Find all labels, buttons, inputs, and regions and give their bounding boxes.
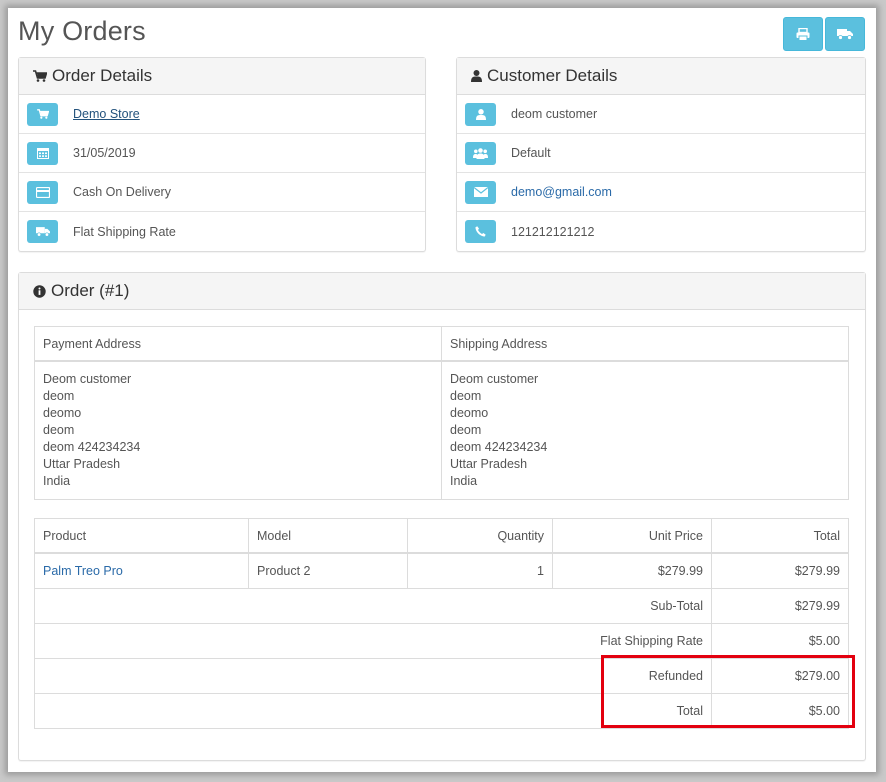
payment-address-line: deomo [43, 406, 82, 420]
order-panel: Order (#1) Payment Address Shipping Addr… [18, 272, 866, 761]
shipping-method: Flat Shipping Rate [73, 224, 176, 239]
grand-total-label: Total [34, 693, 712, 729]
date-button[interactable] [27, 141, 58, 165]
shipping-address-line: deom [450, 389, 482, 403]
users-group-icon [473, 147, 488, 159]
customer-group-row: Default [457, 134, 865, 173]
user-icon [471, 70, 482, 82]
shipping-address: Deom customer deom deomo deom deom 42423… [441, 360, 849, 500]
payment-method-button[interactable] [27, 180, 58, 204]
products-table: Product Model Quantity Unit Price Total … [34, 518, 849, 729]
info-circle-icon [33, 284, 46, 298]
date-row: 31/05/2019 [19, 134, 425, 173]
totals-row-shipping: Flat Shipping Rate $5.00 [34, 623, 849, 659]
page-title: My Orders [18, 16, 146, 46]
payment-address-line: deom 424234234 [43, 440, 141, 454]
column-header-model: Model [248, 518, 408, 554]
customer-button[interactable] [465, 102, 496, 126]
shipping-address-line: deom [450, 423, 482, 437]
column-header-unit-price: Unit Price [552, 518, 712, 554]
payment-address-header: Payment Address [34, 326, 442, 362]
order-details-heading: Order Details [19, 58, 425, 95]
order-details-title: Order Details [52, 66, 153, 85]
calendar-icon [36, 148, 49, 159]
product-quantity: 1 [407, 552, 553, 589]
address-table: Payment Address Shipping Address Deom cu… [34, 326, 849, 500]
payment-address-line: Uttar Pradesh [43, 457, 121, 471]
shipping-button[interactable] [825, 17, 865, 51]
product-link[interactable]: Palm Treo Pro [43, 564, 123, 578]
order-details-panel: Order Details Demo Store 31/05/2019 Cash… [18, 57, 426, 252]
product-model: Product 2 [248, 552, 408, 589]
products-header-row: Product Model Quantity Unit Price Total [34, 518, 849, 554]
order-title: Order (#1) [51, 281, 130, 300]
payment-method: Cash On Delivery [73, 185, 171, 199]
refunded-value: $279.00 [711, 658, 849, 694]
customer-name-row: deom customer [457, 95, 865, 134]
store-row: Demo Store [19, 95, 425, 134]
customer-details-title: Customer Details [487, 66, 618, 85]
table-row: Palm Treo Pro Product 2 1 $279.99 $279.9… [34, 552, 849, 589]
telephone-button[interactable] [465, 220, 496, 243]
print-button[interactable] [783, 17, 823, 51]
shipping-address-header: Shipping Address [441, 326, 849, 362]
orders-page: My Orders Order Details Demo Store 31/05… [8, 8, 876, 772]
totals-row-subtotal: Sub-Total $279.99 [34, 588, 849, 624]
truck-icon [35, 227, 50, 237]
shopping-cart-icon [33, 70, 47, 82]
shipping-total-label: Flat Shipping Rate [34, 623, 712, 659]
user-icon [475, 108, 486, 120]
column-header-total: Total [711, 518, 849, 554]
product-total: $279.99 [711, 552, 849, 589]
customer-details-panel: Customer Details deom customer Default d… [456, 57, 866, 252]
subtotal-label: Sub-Total [34, 588, 712, 624]
shipping-address-line: Deom customer [450, 372, 539, 386]
shipping-address-line: deom 424234234 [450, 440, 548, 454]
customer-details-heading: Customer Details [457, 58, 865, 95]
customer-telephone: 121212121212 [511, 224, 595, 239]
shipping-address-line: deomo [450, 406, 489, 420]
customer-telephone-row: 121212121212 [457, 212, 865, 251]
store-button[interactable] [27, 102, 58, 126]
customer-group-button[interactable] [465, 141, 496, 165]
shopping-cart-icon [36, 109, 49, 119]
product-unit-price: $279.99 [552, 552, 712, 589]
customer-email[interactable]: demo@gmail.com [511, 185, 612, 199]
refunded-label: Refunded [34, 658, 712, 694]
payment-address-line: deom [43, 389, 75, 403]
customer-name: deom customer [511, 107, 598, 121]
credit-card-icon [35, 186, 50, 198]
payment-address-line: India [43, 474, 71, 488]
shipping-method-button[interactable] [27, 220, 58, 243]
payment-method-row: Cash On Delivery [19, 173, 425, 212]
subtotal-value: $279.99 [711, 588, 849, 624]
grand-total-value: $5.00 [711, 693, 849, 729]
totals-row-total: Total $5.00 [34, 693, 849, 729]
column-header-product: Product [34, 518, 249, 554]
envelope-icon [473, 187, 488, 197]
order-heading: Order (#1) [19, 273, 865, 310]
email-button[interactable] [465, 180, 496, 204]
payment-address-line: Deom customer [43, 372, 132, 386]
payment-address: Deom customer deom deomo deom deom 42423… [34, 360, 442, 500]
totals-row-refunded: Refunded $279.00 [34, 658, 849, 694]
phone-icon [475, 226, 486, 237]
shipping-address-line: Uttar Pradesh [450, 457, 528, 471]
shipping-total-value: $5.00 [711, 623, 849, 659]
print-icon [796, 27, 810, 41]
column-header-quantity: Quantity [407, 518, 553, 554]
store-link[interactable]: Demo Store [73, 107, 140, 121]
payment-address-line: deom [43, 423, 75, 437]
customer-group: Default [511, 146, 551, 160]
truck-icon [837, 29, 853, 40]
shipping-method-row: Flat Shipping Rate [19, 212, 425, 251]
shipping-address-line: India [450, 474, 478, 488]
customer-email-row: demo@gmail.com [457, 173, 865, 212]
order-date: 31/05/2019 [73, 146, 136, 160]
